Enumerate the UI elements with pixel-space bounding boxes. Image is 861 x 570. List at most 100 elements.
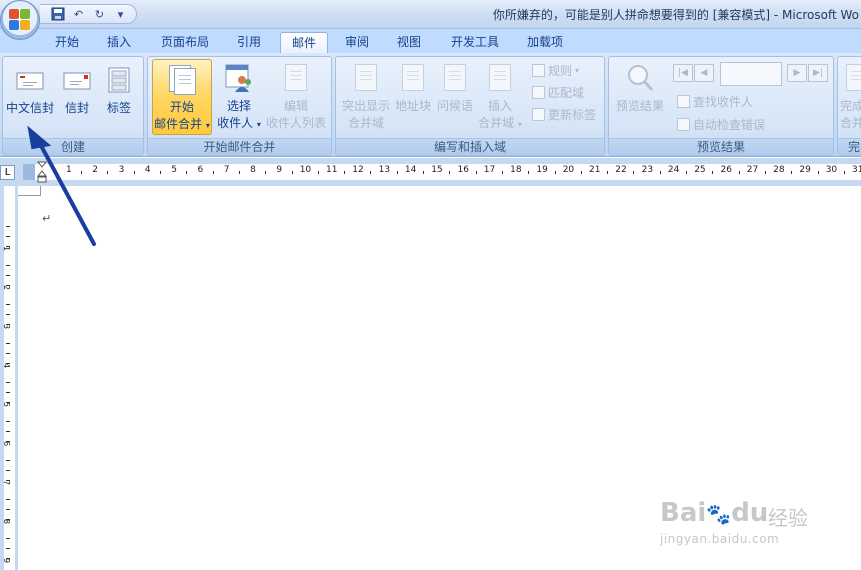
ruler-tick-label: 3	[118, 165, 125, 175]
ruler-tick-mark	[475, 171, 477, 174]
ruler-tick-mark	[580, 171, 582, 174]
vertical-ruler[interactable]: 123456789	[0, 186, 18, 570]
vertical-ruler-tick	[6, 324, 10, 325]
match-fields-button[interactable]: 匹配域	[532, 84, 584, 101]
ruler-tick-label: 25	[694, 165, 706, 175]
previous-record-icon[interactable]: ◀	[694, 64, 714, 82]
vertical-ruler-tick	[6, 480, 10, 481]
envelope-icon	[62, 65, 92, 95]
watermark-url: jingyan.baidu.com	[660, 532, 780, 546]
select-recipients-button[interactable]: 选择 收件人 ▾	[214, 63, 264, 131]
ruler-tick-label: 28	[773, 165, 785, 175]
ruler-tick-mark	[659, 171, 661, 174]
rules-button[interactable]: 规则 ▾	[532, 62, 579, 79]
address-block-button[interactable]: 地址块	[392, 63, 434, 114]
paw-icon: 🐾	[706, 502, 732, 526]
finish-merge-button[interactable]: 完成 合并	[840, 63, 861, 131]
insert-field-icon	[485, 63, 515, 93]
ruler-tick-label: 17	[483, 165, 496, 175]
ruler-tick-label: 23	[641, 165, 654, 175]
ruler-tick-mark	[764, 171, 766, 174]
highlight-merge-fields-button[interactable]: 突出显示 合并域	[338, 63, 394, 131]
undo-icon[interactable]: ↶	[71, 7, 86, 21]
chinese-envelope-button[interactable]: 中文信封	[5, 65, 55, 116]
find-recipient-button[interactable]: 查找收件人	[677, 93, 753, 110]
auto-check-icon	[677, 118, 690, 131]
group-create-label: 创建	[3, 138, 143, 155]
dropdown-arrow-icon: ▾	[256, 120, 261, 129]
ruler-tick-label: 8	[250, 165, 256, 175]
record-number-input[interactable]	[720, 62, 782, 86]
ruler-tick-label: 31	[852, 165, 861, 175]
greeting-line-button[interactable]: 问候语	[434, 63, 476, 114]
highlight-fields-icon	[351, 63, 381, 93]
customize-qat-icon[interactable]: ▾	[113, 7, 128, 21]
group-start-mail-merge-label: 开始邮件合并	[148, 138, 331, 155]
find-recipient-icon	[677, 95, 690, 108]
vertical-ruler-tick	[6, 421, 10, 422]
tab-addins[interactable]: 加载项	[516, 32, 574, 53]
group-finish-label: 完	[838, 138, 861, 155]
horizontal-ruler[interactable]: L 1 2 3 4 5 6 7 8 9 10 11 12 13 14 15 16 17 18 19 20 21 22 23 2…	[0, 158, 861, 186]
ruler-tick-mark	[738, 171, 740, 174]
next-record-icon[interactable]: ▶	[787, 64, 807, 82]
labels-button[interactable]: 标签	[99, 65, 139, 116]
ruler-tick-mark	[554, 171, 556, 174]
tab-home[interactable]: 开始	[44, 32, 90, 53]
preview-results-button[interactable]: 预览结果	[611, 63, 669, 114]
ruler-tick-mark	[212, 171, 214, 174]
update-labels-button[interactable]: 更新标签	[532, 106, 596, 123]
indent-marker-icon[interactable]	[36, 161, 48, 183]
vertical-ruler-tick	[6, 265, 10, 266]
insert-merge-field-button[interactable]: 插入 合并域 ▾	[476, 63, 524, 131]
group-write-insert-fields: 突出显示 合并域 地址块 问候语 插入 合并域 ▾ 规则 ▾ 匹配域 更新标签	[335, 56, 605, 156]
last-record-icon[interactable]: ▶|	[808, 64, 828, 82]
mail-merge-documents-icon	[167, 64, 197, 95]
ruler-tick-mark	[501, 171, 503, 174]
vertical-ruler-tick	[6, 470, 10, 471]
ruler-tick-mark	[160, 171, 162, 174]
vertical-ruler-tick	[6, 343, 10, 344]
ruler-tick-label: 24	[667, 165, 680, 175]
ruler-tick-label: 16	[457, 165, 469, 175]
ruler-tick-mark	[607, 171, 609, 174]
vertical-ruler-tick	[6, 226, 10, 227]
tab-review[interactable]: 审阅	[334, 32, 380, 53]
first-record-icon[interactable]: |◀	[673, 64, 693, 82]
group-create: 中文信封 信封 标签 创建	[2, 56, 144, 156]
ruler-tick-label: 14	[404, 165, 417, 175]
ruler-tick-label: 9	[276, 165, 283, 175]
ruler-tick-label: 7	[223, 165, 230, 175]
baidu-watermark: Bai🐾du 经验 jingyan.baidu.com	[660, 498, 820, 553]
ribbon: 中文信封 信封 标签 创建 开始 邮件合并 ▾ 选择 收件人 ▾ 编辑 收件人列…	[0, 53, 861, 157]
ruler-tick-label: 15	[431, 165, 443, 175]
tab-page-layout[interactable]: 页面布局	[150, 32, 220, 53]
tab-insert[interactable]: 插入	[96, 32, 142, 53]
update-labels-icon	[532, 108, 545, 121]
ruler-tick-label: 21	[589, 165, 601, 175]
ruler-tick-mark	[817, 171, 819, 174]
window-title: 你所嫌弃的，可能是别人拼命想要得到的 [兼容模式] - Microsoft Wo	[492, 8, 859, 22]
vertical-ruler-tick	[6, 509, 10, 510]
tab-selector[interactable]: L	[0, 165, 15, 180]
vertical-ruler-tick	[6, 519, 10, 520]
vertical-ruler-tick	[6, 285, 10, 286]
vertical-ruler-tick	[6, 304, 10, 305]
vertical-ruler-tick	[6, 353, 10, 354]
tab-mailings[interactable]: 邮件	[280, 32, 328, 53]
envelope-button[interactable]: 信封	[57, 65, 97, 116]
tab-view[interactable]: 视图	[386, 32, 432, 53]
save-icon[interactable]	[50, 7, 65, 21]
vertical-ruler-tick	[6, 363, 10, 364]
ruler-tick-mark	[265, 171, 267, 174]
start-mail-merge-button[interactable]: 开始 邮件合并 ▾	[152, 59, 212, 135]
tab-developer[interactable]: 开发工具	[440, 32, 510, 53]
redo-icon[interactable]: ↻	[92, 7, 107, 21]
edit-recipient-list-button[interactable]: 编辑 收件人列表	[264, 63, 328, 131]
office-button[interactable]	[0, 0, 40, 40]
ruler-tick-label: 30	[825, 165, 838, 175]
ruler-tick-mark	[317, 171, 319, 174]
group-finish: 完成 合并 完	[837, 56, 861, 156]
tab-references[interactable]: 引用	[226, 32, 272, 53]
auto-check-errors-button[interactable]: 自动检查错误	[677, 116, 765, 133]
